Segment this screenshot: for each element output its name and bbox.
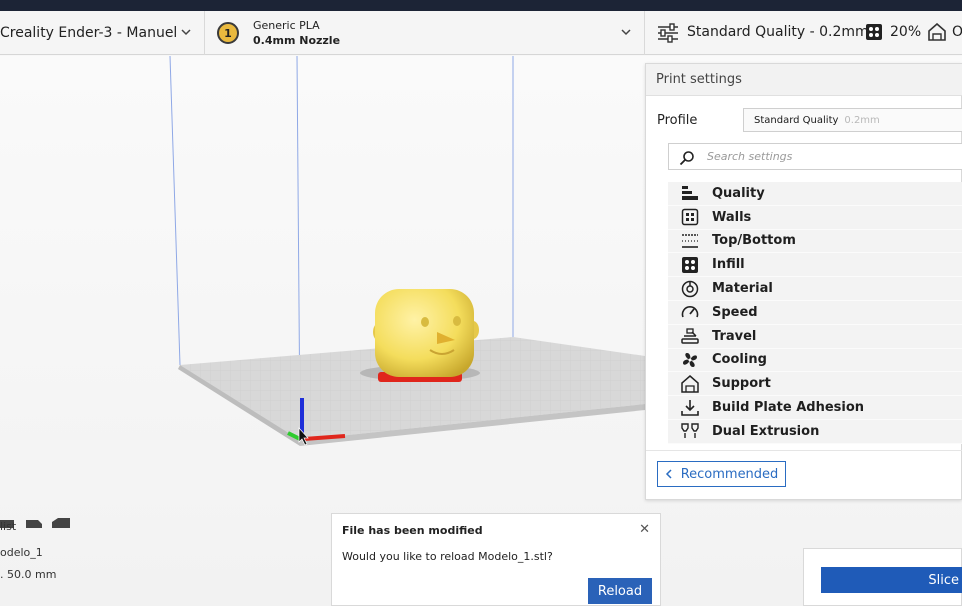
object-list-item[interactable]: odelo_1 — [0, 546, 43, 559]
object-list-panel: list odelo_1 . 50.0 mm — [0, 518, 72, 581]
chevron-down-icon — [621, 29, 631, 36]
recommended-label: Recommended — [680, 466, 779, 482]
category-label: Build Plate Adhesion — [712, 400, 865, 416]
file-modified-toast: File has been modified ✕ Would you like … — [331, 513, 661, 606]
category-label: Cooling — [712, 352, 767, 368]
dual-extrusion-icon — [681, 423, 699, 439]
category-quality[interactable]: Quality — [668, 182, 962, 206]
category-label: Travel — [712, 328, 757, 344]
speed-icon — [681, 306, 699, 318]
header-bar: Creality Ender-3 - Manuel 1 Generic PLA … — [0, 11, 962, 55]
travel-icon — [681, 328, 699, 344]
category-build-plate-adhesion[interactable]: Build Plate Adhesion — [668, 396, 962, 420]
category-label: Walls — [712, 209, 752, 225]
print-settings-panel: Print settings Profile Standard Quality 0… — [645, 63, 962, 500]
category-label: Quality — [712, 185, 765, 201]
extruder-badge: 1 — [217, 22, 239, 44]
support-icon — [681, 374, 699, 393]
quality-label: Standard Quality - 0.2mm — [687, 24, 869, 40]
material-name: Generic PLA — [253, 19, 320, 32]
infill-icon — [866, 24, 882, 40]
walls-icon — [681, 208, 699, 226]
support-icon — [928, 23, 946, 41]
printer-name: Creality Ender-3 - Manuel — [0, 25, 178, 41]
search-placeholder: Search settings — [707, 150, 793, 163]
slice-button[interactable]: Slice — [821, 567, 962, 593]
object-list-title: list — [0, 520, 17, 533]
window-top-strip — [0, 0, 962, 11]
print-settings-toggle[interactable]: Standard Quality - 0.2mm 20% O — [645, 11, 962, 55]
chevron-down-icon — [181, 29, 191, 36]
close-icon[interactable]: ✕ — [639, 522, 650, 537]
top-bottom-icon — [682, 234, 698, 248]
reload-button[interactable]: Reload — [588, 578, 652, 604]
profile-dropdown[interactable]: Standard Quality 0.2mm — [743, 108, 962, 132]
category-travel[interactable]: Travel — [668, 324, 962, 349]
search-icon — [679, 151, 694, 166]
category-label: Speed — [712, 304, 758, 320]
category-material[interactable]: Material — [668, 277, 962, 301]
toast-message: Would you like to reload Modelo_1.stl? — [342, 550, 553, 563]
profile-label: Profile — [657, 113, 698, 128]
infill-value: 20% — [890, 24, 922, 40]
category-support[interactable]: Support — [668, 372, 962, 397]
printer-selector[interactable]: Creality Ender-3 - Manuel — [0, 11, 205, 55]
cooling-icon — [683, 352, 697, 367]
category-label: Dual Extrusion — [712, 423, 820, 439]
toast-title: File has been modified — [342, 524, 483, 537]
recommended-button[interactable]: Recommended — [657, 461, 786, 487]
chevron-left-icon — [665, 469, 672, 479]
panel-divider — [646, 450, 962, 451]
search-input[interactable]: Search settings — [668, 143, 962, 170]
category-top-bottom[interactable]: Top/Bottom — [668, 229, 962, 254]
sliders-icon — [658, 23, 678, 43]
infill-icon — [682, 256, 698, 273]
profile-value: Standard Quality — [754, 115, 839, 126]
category-label: Infill — [712, 257, 745, 273]
category-cooling[interactable]: Cooling — [668, 348, 962, 373]
category-label: Material — [712, 281, 773, 297]
model-modelo-1[interactable] — [373, 289, 479, 382]
build-volume-edge — [169, 56, 181, 366]
panel-title: Print settings — [646, 64, 962, 96]
category-label: Top/Bottom — [712, 233, 796, 249]
category-dual-extrusion[interactable]: Dual Extrusion — [668, 419, 962, 444]
material-icon — [681, 280, 699, 297]
category-label: Support — [712, 376, 771, 392]
category-walls[interactable]: Walls — [668, 205, 962, 230]
category-infill[interactable]: Infill — [668, 253, 962, 278]
nozzle-size: 0.4mm Nozzle — [253, 34, 341, 47]
support-value: O — [952, 24, 962, 40]
quality-icon — [682, 186, 698, 201]
slice-panel: Slice — [803, 548, 962, 606]
object-dimensions: . 50.0 mm — [0, 568, 57, 581]
settings-categories: Quality Walls Top/Bottom Infill Material… — [668, 182, 962, 444]
category-speed[interactable]: Speed — [668, 300, 962, 325]
material-selector[interactable]: 1 Generic PLA 0.4mm Nozzle — [205, 11, 645, 55]
profile-layer-height: 0.2mm — [844, 115, 880, 126]
build-plate-adhesion-icon — [681, 399, 699, 416]
